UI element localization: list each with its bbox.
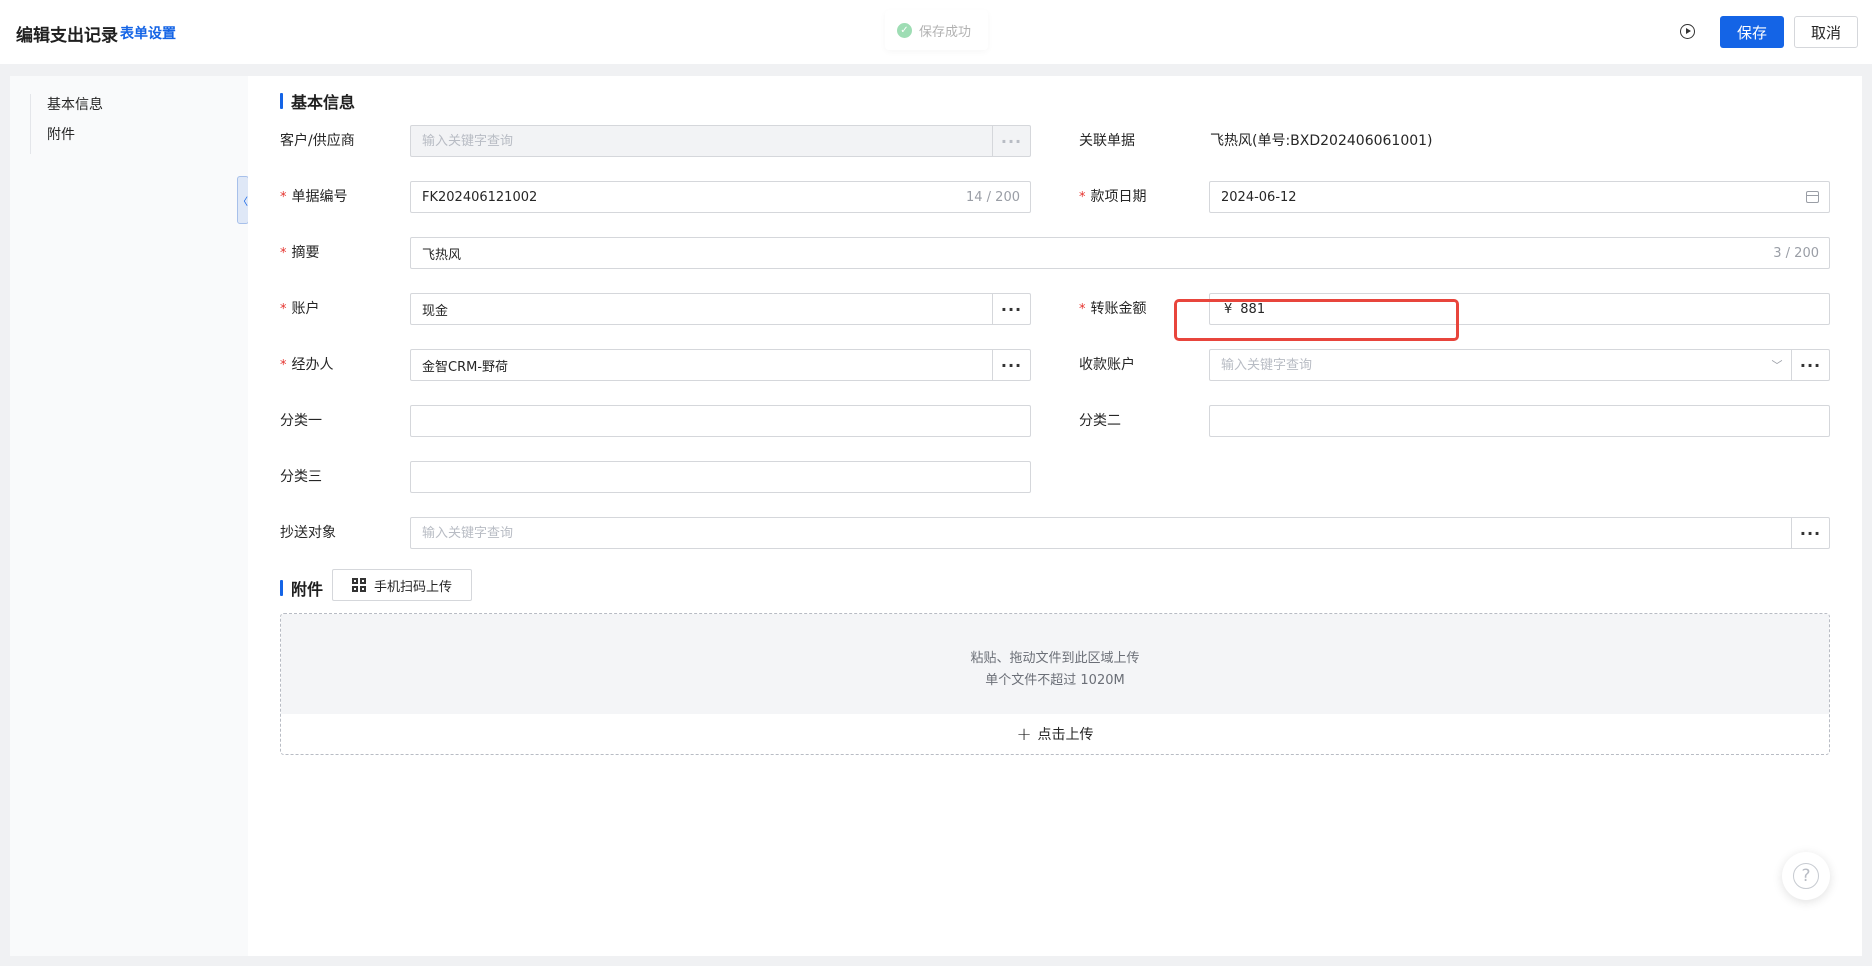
section-marker — [280, 580, 283, 596]
category3-field[interactable] — [410, 461, 1031, 493]
top-bar: 编辑支出记录 表单设置 ✓ 保存成功 保存 取消 — [0, 0, 1872, 64]
account-input[interactable] — [411, 294, 992, 324]
cancel-button[interactable]: 取消 — [1794, 16, 1858, 48]
cc-input[interactable] — [411, 518, 1791, 548]
more-options-icon[interactable]: ··· — [992, 294, 1030, 324]
form-settings-link[interactable]: 表单设置 — [120, 23, 176, 43]
currency-symbol: ¥ — [1224, 301, 1233, 317]
doc-no-field[interactable]: 14 / 200 — [410, 181, 1031, 213]
sidebar-item-basic-info[interactable]: 基本信息 — [47, 94, 103, 124]
click-upload-button[interactable]: + 点击上传 — [281, 714, 1829, 754]
customer-input — [411, 126, 992, 156]
upload-dropzone[interactable]: 粘贴、拖动文件到此区域上传 单个文件不超过 1020M + 点击上传 — [280, 613, 1830, 755]
category1-input[interactable] — [411, 406, 1030, 436]
cc-label: 抄送对象 — [280, 525, 336, 541]
account-label: * 账户 — [280, 301, 320, 317]
summary-field[interactable]: 3 / 200 — [410, 237, 1830, 269]
amount-input[interactable] — [1232, 294, 1829, 324]
category2-field[interactable] — [1209, 405, 1830, 437]
help-button[interactable]: ? — [1782, 852, 1830, 900]
summary-input[interactable] — [411, 238, 1774, 268]
customer-label: 客户/供应商 — [280, 133, 355, 149]
doc-no-label: * 单据编号 — [280, 189, 348, 205]
receive-account-field[interactable]: ﹀ ··· — [1209, 349, 1830, 381]
handler-field[interactable]: ··· — [410, 349, 1031, 381]
sidebar-item-attachments[interactable]: 附件 — [47, 124, 103, 154]
drop-hint: 粘贴、拖动文件到此区域上传 — [970, 651, 1140, 666]
toast-message: 保存成功 — [919, 24, 972, 40]
category3-input[interactable] — [411, 462, 1030, 492]
chevron-down-icon[interactable]: ﹀ — [1763, 357, 1791, 373]
date-label: * 款项日期 — [1079, 189, 1147, 205]
receive-account-label: 收款账户 — [1079, 357, 1135, 373]
doc-no-char-count: 14 / 200 — [966, 189, 1020, 205]
scan-upload-label: 手机扫码上传 — [373, 579, 452, 595]
check-circle-icon: ✓ — [897, 22, 912, 38]
category2-input[interactable] — [1210, 406, 1829, 436]
section-title-text: 基本信息 — [291, 93, 356, 112]
plus-icon: + — [1016, 723, 1032, 745]
qr-code-icon — [351, 578, 366, 592]
more-options-icon[interactable]: ··· — [1791, 518, 1829, 548]
customer-field: ··· — [410, 125, 1031, 157]
amount-field[interactable]: ¥ — [1209, 293, 1830, 325]
click-upload-label: 点击上传 — [1037, 727, 1094, 743]
summary-char-count: 3 / 200 — [1773, 245, 1819, 261]
more-options-icon[interactable]: ··· — [992, 350, 1030, 380]
category1-field[interactable] — [410, 405, 1031, 437]
section-title-text: 附件 — [291, 580, 324, 599]
sidebar: 基本信息 附件 — [10, 76, 248, 956]
scan-upload-button[interactable]: 手机扫码上传 — [332, 569, 472, 601]
section-title-attachments: 附件 — [280, 576, 323, 600]
cc-field[interactable]: ··· — [410, 517, 1830, 549]
more-options-icon[interactable]: ··· — [1791, 350, 1829, 380]
category1-label: 分类一 — [280, 413, 322, 429]
calendar-icon[interactable] — [1795, 191, 1829, 203]
summary-label: * 摘要 — [280, 245, 320, 261]
section-marker — [280, 93, 283, 109]
section-title-basic: 基本信息 — [280, 89, 355, 113]
drop-area[interactable]: 粘贴、拖动文件到此区域上传 单个文件不超过 1020M — [281, 614, 1829, 714]
receive-account-input[interactable] — [1210, 350, 1763, 380]
amount-label: * 转账金额 — [1079, 301, 1147, 317]
category2-label: 分类二 — [1079, 413, 1121, 429]
page-title: 编辑支出记录 — [16, 26, 118, 46]
success-toast: ✓ 保存成功 — [885, 10, 988, 50]
category3-label: 分类三 — [280, 469, 322, 485]
handler-label: * 经办人 — [280, 357, 334, 373]
more-options-icon: ··· — [992, 126, 1030, 156]
date-input[interactable] — [1210, 182, 1795, 212]
doc-no-input[interactable] — [411, 182, 966, 212]
chevron-left-icon: 〈 — [238, 196, 248, 208]
file-size-hint: 单个文件不超过 1020M — [985, 673, 1125, 688]
date-field[interactable] — [1209, 181, 1830, 213]
section-nav: 基本信息 附件 — [30, 94, 103, 154]
handler-input[interactable] — [411, 350, 992, 380]
save-button[interactable]: 保存 — [1720, 16, 1784, 48]
related-doc-label: 关联单据 — [1079, 133, 1135, 149]
related-doc-value[interactable]: 飞热风(单号:BXD202406061001) — [1210, 125, 1433, 157]
play-circle-icon[interactable] — [1680, 24, 1695, 39]
account-field[interactable]: ··· — [410, 293, 1031, 325]
question-mark-icon: ? — [1793, 863, 1819, 889]
